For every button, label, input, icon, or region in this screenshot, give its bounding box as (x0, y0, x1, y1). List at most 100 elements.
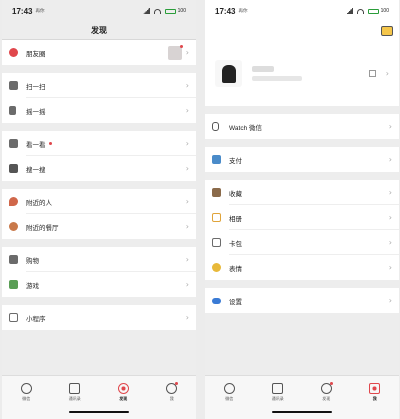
avatar (167, 44, 183, 60)
chat-icon (20, 383, 32, 394)
chevron-right-icon: › (185, 81, 189, 90)
tab-chats[interactable]: 微信 (2, 376, 51, 419)
status-time: 17:43 (12, 6, 33, 16)
discover-item-moments[interactable]: 朋友圈 › (2, 40, 196, 65)
sticker-icon (212, 263, 221, 272)
moments-icon (9, 48, 18, 57)
favorites-icon (212, 188, 221, 197)
watch-icon (212, 122, 219, 131)
shopping-bag-icon (9, 255, 18, 264)
battery-level: 100 (380, 8, 389, 14)
tab-label: 我 (372, 396, 377, 401)
status-bar: 17:43 再你 100 (205, 0, 399, 22)
album-icon (212, 213, 221, 222)
tab-label: 发现 (322, 396, 331, 401)
home-indicator[interactable] (272, 411, 332, 413)
search-icon (9, 164, 18, 173)
discover-item-label: 购物 (26, 257, 39, 265)
battery-indicator: 100 (164, 8, 186, 14)
me-item-label: 相册 (229, 215, 242, 223)
tab-chats[interactable]: 微信 (205, 376, 254, 419)
status-carrier: 再你 (35, 8, 45, 13)
me-item-settings[interactable]: 设置 › (205, 288, 399, 313)
status-time: 17:43 (215, 6, 236, 16)
discover-icon (320, 382, 333, 394)
me-item-label: 收藏 (229, 190, 242, 198)
discover-item-shake[interactable]: 摇一摇 › (2, 98, 196, 123)
home-indicator[interactable] (69, 411, 129, 413)
contacts-icon (69, 383, 81, 394)
tab-label: 我 (169, 396, 174, 401)
me-screen: 17:43 再你 100 › Watch 微信 › 支付 › 收藏 › 相册 ›… (205, 0, 399, 419)
top-stories-icon (9, 139, 18, 148)
discover-screen: 17:43 再你 100 发现 朋友圈 › 扫一扫 › 摇一摇 › 看一看 › … (2, 0, 196, 419)
chevron-right-icon: › (388, 296, 392, 305)
tab-me[interactable]: 我 (148, 376, 197, 419)
chevron-right-icon: › (388, 122, 392, 131)
discover-icon (117, 383, 129, 394)
card-wallet-icon (212, 238, 221, 247)
chevron-right-icon: › (385, 68, 389, 78)
discover-item-shopping[interactable]: 购物 › (2, 247, 196, 272)
settings-icon (212, 297, 221, 304)
discover-item-mini-programs[interactable]: 小程序 › (2, 305, 196, 330)
qr-code-icon[interactable] (368, 69, 376, 77)
me-item-album[interactable]: 相册 › (205, 205, 399, 230)
profile-card[interactable]: › (205, 40, 399, 106)
battery-level: 100 (177, 8, 186, 14)
discover-item-label: 摇一摇 (26, 108, 46, 116)
discover-item-top-stories[interactable]: 看一看 › (2, 131, 196, 156)
me-item-label: 卡包 (229, 240, 242, 248)
mini-program-icon (9, 313, 18, 322)
discover-item-scan[interactable]: 扫一扫 › (2, 73, 196, 98)
discover-item-search[interactable]: 搜一搜 › (2, 156, 196, 181)
me-item-payment[interactable]: 支付 › (205, 147, 399, 172)
signal-icon (142, 8, 150, 14)
restaurant-icon (9, 222, 18, 231)
shake-icon (9, 106, 16, 115)
channels-icon[interactable] (381, 26, 393, 36)
wifi-icon (356, 8, 364, 14)
tab-label: 发现 (119, 396, 128, 401)
me-item-watch[interactable]: Watch 微信 › (205, 114, 399, 139)
me-item-label: Watch 微信 (229, 124, 262, 132)
discover-item-label: 搜一搜 (26, 166, 46, 174)
discover-item-label: 看一看 (26, 141, 46, 149)
chevron-right-icon: › (185, 164, 189, 173)
notification-dot (48, 141, 52, 146)
contacts-icon (272, 383, 284, 394)
tab-me[interactable]: 我 (351, 376, 400, 419)
me-item-card-wallet[interactable]: 卡包 › (205, 230, 399, 255)
battery-indicator: 100 (367, 8, 389, 14)
discover-item-label: 小程序 (26, 315, 46, 323)
discover-item-people-nearby[interactable]: 附近的人 › (2, 189, 196, 214)
discover-item-label: 扫一扫 (26, 83, 46, 91)
chevron-right-icon: › (185, 197, 189, 206)
scan-icon (9, 81, 18, 90)
chevron-right-icon: › (388, 213, 392, 222)
wifi-icon (153, 8, 161, 14)
me-icon (369, 383, 381, 394)
discover-item-label: 游戏 (26, 282, 39, 290)
me-item-stickers[interactable]: 表情 › (205, 255, 399, 280)
game-icon (9, 280, 18, 289)
discover-item-restaurant[interactable]: 附近的餐厅 › (2, 214, 196, 239)
nav-bar: 发现 (2, 22, 196, 40)
avatar (215, 59, 242, 87)
chevron-right-icon: › (185, 313, 189, 322)
chevron-right-icon: › (388, 238, 392, 247)
profile-id-redacted (252, 75, 302, 81)
discover-item-label: 附近的餐厅 (26, 224, 59, 232)
chevron-right-icon: › (388, 263, 392, 272)
status-carrier: 再你 (238, 8, 248, 13)
me-item-favorites[interactable]: 收藏 › (205, 180, 399, 205)
me-item-label: 表情 (229, 265, 242, 273)
discover-item-games[interactable]: 游戏 › (2, 272, 196, 297)
discover-item-label: 朋友圈 (26, 50, 46, 58)
tab-label: 通讯录 (271, 396, 284, 401)
chevron-right-icon: › (388, 188, 392, 197)
me-icon (166, 382, 179, 394)
me-item-label: 支付 (229, 157, 242, 165)
chevron-right-icon: › (185, 222, 189, 231)
people-nearby-icon (9, 197, 18, 206)
